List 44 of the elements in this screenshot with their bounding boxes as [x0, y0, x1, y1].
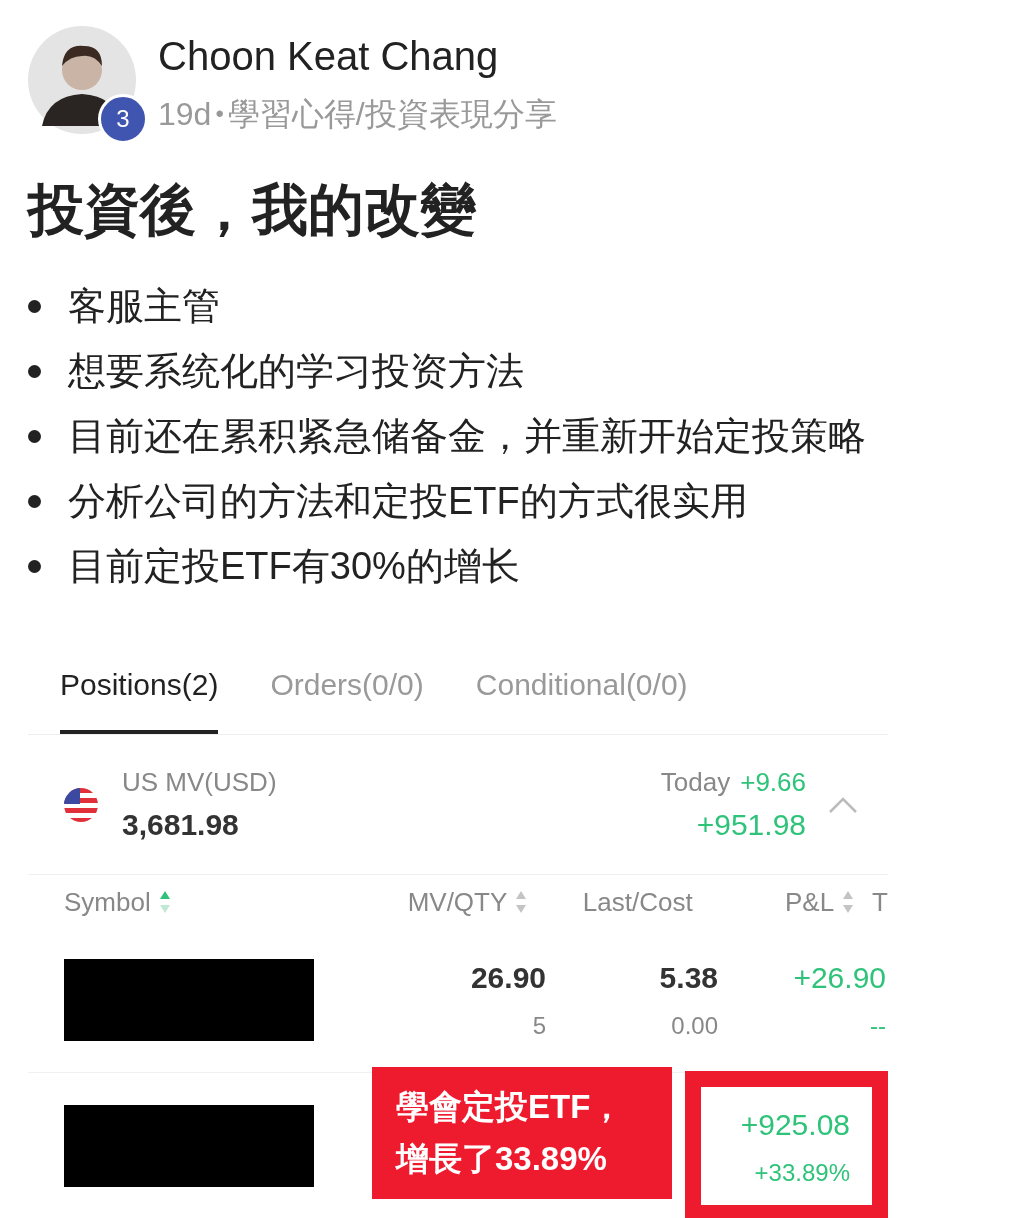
- callout-text: 學會定投ETF，: [396, 1087, 625, 1127]
- sort-icon[interactable]: [158, 889, 171, 915]
- market-value-cell-text: 26.90: [470, 960, 546, 996]
- pl-percent-cell-text: --: [870, 1011, 886, 1041]
- post-title: 投資後，我的改變: [25, 177, 477, 243]
- last-price-cell-text: 5.38: [659, 960, 718, 996]
- column-header[interactable]: T: [872, 882, 888, 922]
- tab[interactable]: Conditional(0/0): [475, 638, 688, 734]
- separator-dot: •: [215, 99, 224, 129]
- post-category[interactable]: 學習心得/投資表現分享: [227, 88, 557, 140]
- bullet-icon: [28, 560, 41, 573]
- total-pl: +951.98: [696, 806, 806, 843]
- bullet-text: 分析公司的方法和定投ETF的方式很实用: [68, 479, 748, 524]
- bullet-icon: [28, 300, 41, 313]
- author-name[interactable]: Choon Keat Chang: [158, 26, 557, 86]
- pl-percent-cell-text: +33.89%: [754, 1157, 850, 1188]
- column-header[interactable]: MV/QTY: [407, 882, 508, 922]
- callout-text: 增長了33.89%: [396, 1139, 608, 1179]
- sort-icon[interactable]: [842, 889, 855, 915]
- sort-icon[interactable]: [515, 889, 528, 915]
- flag-icon: [64, 787, 98, 822]
- column-header[interactable]: Last/Cost: [582, 882, 693, 922]
- bullet-text: 想要系统化的学习投资方法: [68, 349, 524, 394]
- bullet-icon: [28, 495, 41, 508]
- tab[interactable]: Orders(0/0): [270, 638, 424, 734]
- tab[interactable]: Positions(2): [60, 638, 219, 734]
- bullet-text: 客服主管: [68, 284, 220, 329]
- today-label: Today: [660, 765, 731, 799]
- pl-cell-text: +26.90: [793, 960, 886, 996]
- bullet-icon: [28, 365, 41, 378]
- market-label: US MV(USD): [122, 765, 277, 799]
- bullet-text: 目前定投ETF有30%的增长: [68, 544, 520, 589]
- level-badge: 3: [98, 94, 148, 144]
- bullet-icon: [28, 430, 41, 443]
- column-header[interactable]: Symbol: [64, 882, 151, 922]
- quantity-cell-text: 5: [532, 1011, 546, 1041]
- column-header[interactable]: P&L: [784, 882, 835, 922]
- bullet-text: 目前还在累积紧急储备金，并重新开始定投策略: [68, 414, 866, 459]
- today-value: +9.66: [740, 765, 806, 799]
- market-value: 3,681.98: [122, 806, 240, 843]
- chevron-icon[interactable]: [828, 795, 858, 814]
- pl-cell-text: +925.08: [740, 1106, 850, 1143]
- cost-cell-text: 0.00: [671, 1011, 718, 1041]
- post-age: 19d: [158, 95, 212, 134]
